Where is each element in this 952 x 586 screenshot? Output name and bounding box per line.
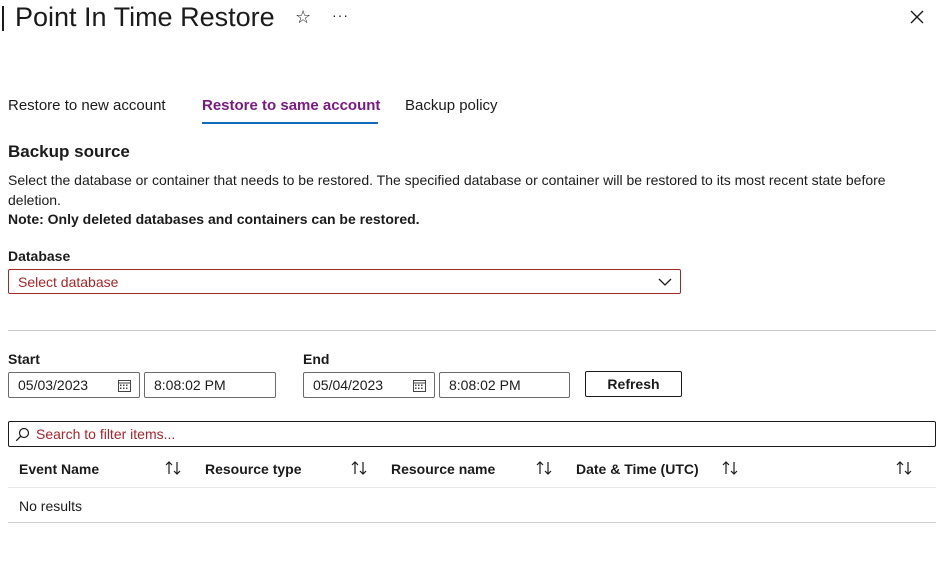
section-note: Note: Only deleted databases and contain…	[8, 211, 420, 227]
end-date-value: 05/04/2023	[313, 377, 384, 393]
column-header-resource-name[interactable]: Resource name	[391, 460, 495, 478]
calendar-icon[interactable]	[118, 379, 131, 392]
start-date-value: 05/03/2023	[18, 377, 89, 393]
table-bottom-divider	[8, 522, 936, 523]
sort-icon[interactable]	[535, 460, 553, 476]
active-tab-indicator	[202, 122, 378, 124]
end-label: End	[303, 351, 330, 367]
column-header-event-name[interactable]: Event Name	[19, 460, 99, 478]
star-icon[interactable]: ☆	[295, 7, 311, 27]
section-description: Select the database or container that ne…	[8, 172, 886, 208]
calendar-icon[interactable]	[413, 379, 426, 392]
search-placeholder: Search to filter items...	[36, 426, 176, 442]
start-label: Start	[8, 351, 40, 367]
sort-icon[interactable]	[721, 460, 739, 476]
column-header-resource-type[interactable]: Resource type	[205, 460, 301, 478]
end-date-input[interactable]: 05/04/2023	[303, 372, 435, 398]
tab-restore-new-account[interactable]: Restore to new account	[8, 96, 166, 116]
divider	[8, 330, 936, 331]
chevron-down-icon	[658, 278, 672, 286]
table-header-divider	[8, 487, 936, 488]
start-time-input[interactable]: 8:08:02 PM	[144, 372, 276, 398]
database-label: Database	[8, 248, 71, 264]
database-select-placeholder: Select database	[18, 274, 119, 290]
more-options-icon[interactable]: ···	[332, 6, 349, 24]
close-icon[interactable]	[908, 8, 926, 26]
start-date-input[interactable]: 05/03/2023	[8, 372, 140, 398]
table-empty-message: No results	[19, 498, 83, 514]
end-time-value: 8:08:02 PM	[449, 377, 521, 393]
section-heading: Backup source	[8, 142, 130, 161]
title-accent-bar	[2, 6, 4, 31]
search-icon	[15, 427, 30, 442]
refresh-button[interactable]: Refresh	[585, 371, 682, 397]
search-filter-input[interactable]: Search to filter items...	[8, 421, 936, 447]
column-header-date-time[interactable]: Date & Time (UTC)	[576, 460, 699, 478]
page-title: Point In Time Restore	[15, 2, 275, 32]
end-time-input[interactable]: 8:08:02 PM	[439, 372, 570, 398]
database-select[interactable]: Select database	[8, 269, 681, 294]
tab-restore-same-account[interactable]: Restore to same account	[202, 96, 380, 116]
tab-backup-policy[interactable]: Backup policy	[405, 96, 498, 116]
sort-icon[interactable]	[350, 460, 368, 476]
start-time-value: 8:08:02 PM	[154, 377, 226, 393]
sort-icon[interactable]	[164, 460, 182, 476]
sort-icon[interactable]	[895, 460, 913, 476]
